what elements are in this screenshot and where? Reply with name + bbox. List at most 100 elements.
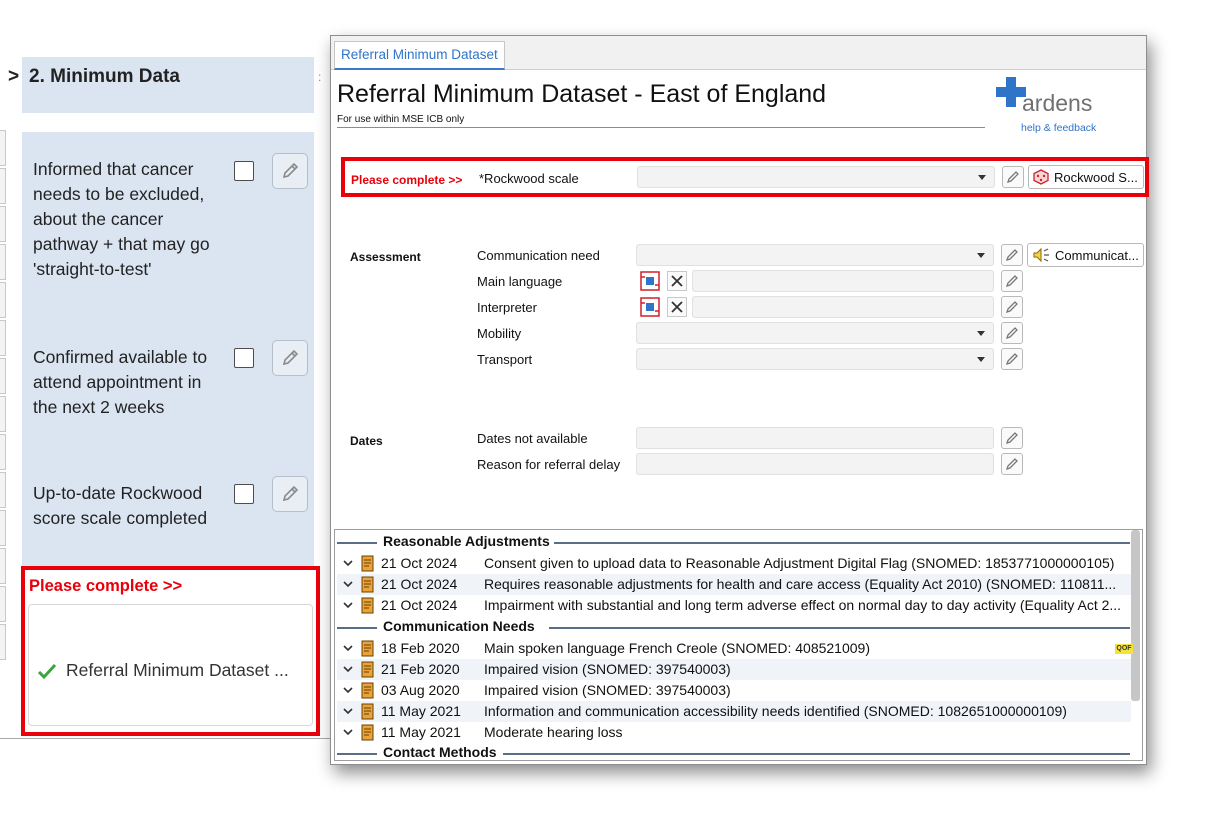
history-row[interactable]: 18 Feb 2020 Main spoken language French … (337, 638, 1133, 659)
pencil-icon (1005, 353, 1018, 366)
history-row[interactable]: 11 May 2021 Information and communicatio… (337, 701, 1131, 722)
history-pane[interactable]: Reasonable Adjustments 21 Oct 2024 Conse… (334, 529, 1143, 761)
ardens-logo[interactable]: ardens help & feedback (995, 74, 1115, 136)
history-section-title: Contact Methods (379, 744, 501, 760)
history-date: 03 Aug 2020 (381, 682, 460, 698)
rockwood-required-row: Please complete >> *Rockwood scale Rockw… (341, 157, 1149, 197)
history-description: Information and communication accessibil… (484, 703, 1067, 719)
task-edit-button-cancer-excluded[interactable] (272, 153, 308, 189)
pencil-icon (1005, 432, 1018, 445)
checkmark-icon (37, 663, 57, 679)
scroll-icon (361, 597, 374, 614)
mobility-label: Mobility (477, 326, 522, 341)
history-date: 21 Oct 2024 (381, 555, 458, 571)
chevron-down-icon (978, 175, 986, 180)
completed-item-card[interactable]: Referral Minimum Dataset ... (28, 604, 313, 726)
referral-delay-edit-button[interactable] (1001, 453, 1023, 475)
page-title: Referral Minimum Dataset - East of Engla… (337, 80, 827, 108)
section-title: 2. Minimum Data (29, 66, 180, 87)
chevron-down-icon[interactable] (341, 725, 355, 739)
assessment-group-label: Assessment (350, 250, 421, 264)
completed-item[interactable]: Referral Minimum Dataset ... (37, 660, 289, 681)
chevron-down-icon[interactable] (341, 704, 355, 718)
interpreter-clear-button[interactable] (667, 297, 687, 317)
chevron-down-icon[interactable] (341, 641, 355, 655)
task-label-cancer-excluded: Informed that cancer needs to be exclude… (33, 159, 210, 279)
transport-dropdown[interactable] (636, 348, 994, 370)
task-checkbox-available[interactable] (234, 348, 254, 368)
rockwood-dropdown[interactable] (637, 166, 995, 188)
chevron-down-icon[interactable] (341, 556, 355, 570)
history-section-communication-needs: Communication Needs (337, 618, 1130, 636)
chevron-down-icon[interactable] (341, 598, 355, 612)
history-section-contact-methods: Contact Methods (337, 744, 1130, 760)
history-description: Consent given to upload data to Reasonab… (484, 555, 1115, 571)
task-edit-button-available[interactable] (272, 340, 308, 376)
transport-edit-button[interactable] (1001, 348, 1023, 370)
tab-referral-minimum-dataset[interactable]: Referral Minimum Dataset (334, 41, 505, 70)
scroll-icon (361, 703, 374, 720)
history-description: Impaired vision (SNOMED: 397540003) (484, 682, 731, 698)
history-date: 11 May 2021 (381, 724, 461, 740)
communication-button-label: Communicat... (1055, 247, 1139, 263)
completed-item-label: Referral Minimum Dataset ... (66, 660, 289, 680)
communication-button[interactable]: Communicat... (1027, 243, 1144, 267)
dates-not-available-edit-button[interactable] (1001, 427, 1023, 449)
history-row[interactable]: 21 Oct 2024 Impairment with substantial … (337, 595, 1131, 616)
pencil-icon (282, 349, 299, 366)
qof-badge: QOF (1115, 644, 1133, 654)
task-label-available: Confirmed available to attend appointmen… (33, 347, 208, 417)
history-section-reasonable-adjustments: Reasonable Adjustments (337, 533, 1130, 551)
rockwood-scale-button-label: Rockwood S... (1054, 169, 1138, 185)
close-icon (671, 301, 683, 313)
pencil-icon (1006, 171, 1019, 184)
communication-need-edit-button[interactable] (1001, 244, 1023, 266)
history-row[interactable]: 11 May 2021 Moderate hearing loss (337, 722, 1131, 743)
history-scrollbar[interactable] (1131, 530, 1140, 701)
chevron-down-icon[interactable] (341, 683, 355, 697)
scroll-icon (361, 724, 374, 741)
history-row[interactable]: 21 Oct 2024 Requires reasonable adjustme… (337, 574, 1131, 595)
chevron-down-icon (977, 357, 985, 362)
scroll-icon (361, 640, 374, 657)
main-language-edit-button[interactable] (1001, 270, 1023, 292)
chevron-down-icon[interactable] (341, 577, 355, 591)
rockwood-edit-button[interactable] (1002, 166, 1024, 188)
dates-not-available-field[interactable] (636, 427, 994, 449)
task-edit-button-rockwood[interactable] (272, 476, 308, 512)
mobility-edit-button[interactable] (1001, 322, 1023, 344)
help-feedback-link[interactable]: help & feedback (1021, 122, 1096, 134)
communication-need-dropdown[interactable] (636, 244, 994, 266)
task-checkbox-cancer-excluded[interactable] (234, 161, 254, 181)
interpreter-edit-button[interactable] (1001, 296, 1023, 318)
title-divider (337, 127, 985, 128)
history-date: 21 Oct 2024 (381, 597, 458, 613)
referral-window: Referral Minimum Dataset Referral Minimu… (330, 35, 1149, 765)
pencil-icon (1005, 275, 1018, 288)
main-language-field[interactable] (692, 270, 994, 292)
left-edge-cells (0, 130, 6, 662)
history-date: 11 May 2021 (381, 703, 461, 719)
history-description: Impaired vision (SNOMED: 397540003) (484, 661, 731, 677)
dice-icon (1033, 169, 1049, 185)
history-row[interactable]: 21 Feb 2020 Impaired vision (SNOMED: 397… (337, 659, 1131, 680)
interpreter-label: Interpreter (477, 300, 537, 315)
rockwood-scale-button[interactable]: Rockwood S... (1028, 165, 1144, 189)
history-description: Moderate hearing loss (484, 724, 623, 740)
section-arrow: > (8, 66, 20, 87)
main-language-clear-button[interactable] (667, 271, 687, 291)
interpreter-field[interactable] (692, 296, 994, 318)
chevron-down-icon[interactable] (341, 662, 355, 676)
history-row[interactable]: 21 Oct 2024 Consent given to upload data… (337, 553, 1131, 574)
referral-delay-field[interactable] (636, 453, 994, 475)
dates-not-available-label: Dates not available (477, 431, 588, 446)
language-icon[interactable] (640, 271, 660, 291)
language-icon[interactable] (640, 297, 660, 317)
mobility-dropdown[interactable] (636, 322, 994, 344)
chevron-down-icon (977, 253, 985, 258)
pencil-icon (1005, 301, 1018, 314)
logo-brand: ardens (1022, 90, 1093, 116)
history-row[interactable]: 03 Aug 2020 Impaired vision (SNOMED: 397… (337, 680, 1131, 701)
task-checkbox-rockwood[interactable] (234, 484, 254, 504)
divider-line (0, 738, 330, 739)
